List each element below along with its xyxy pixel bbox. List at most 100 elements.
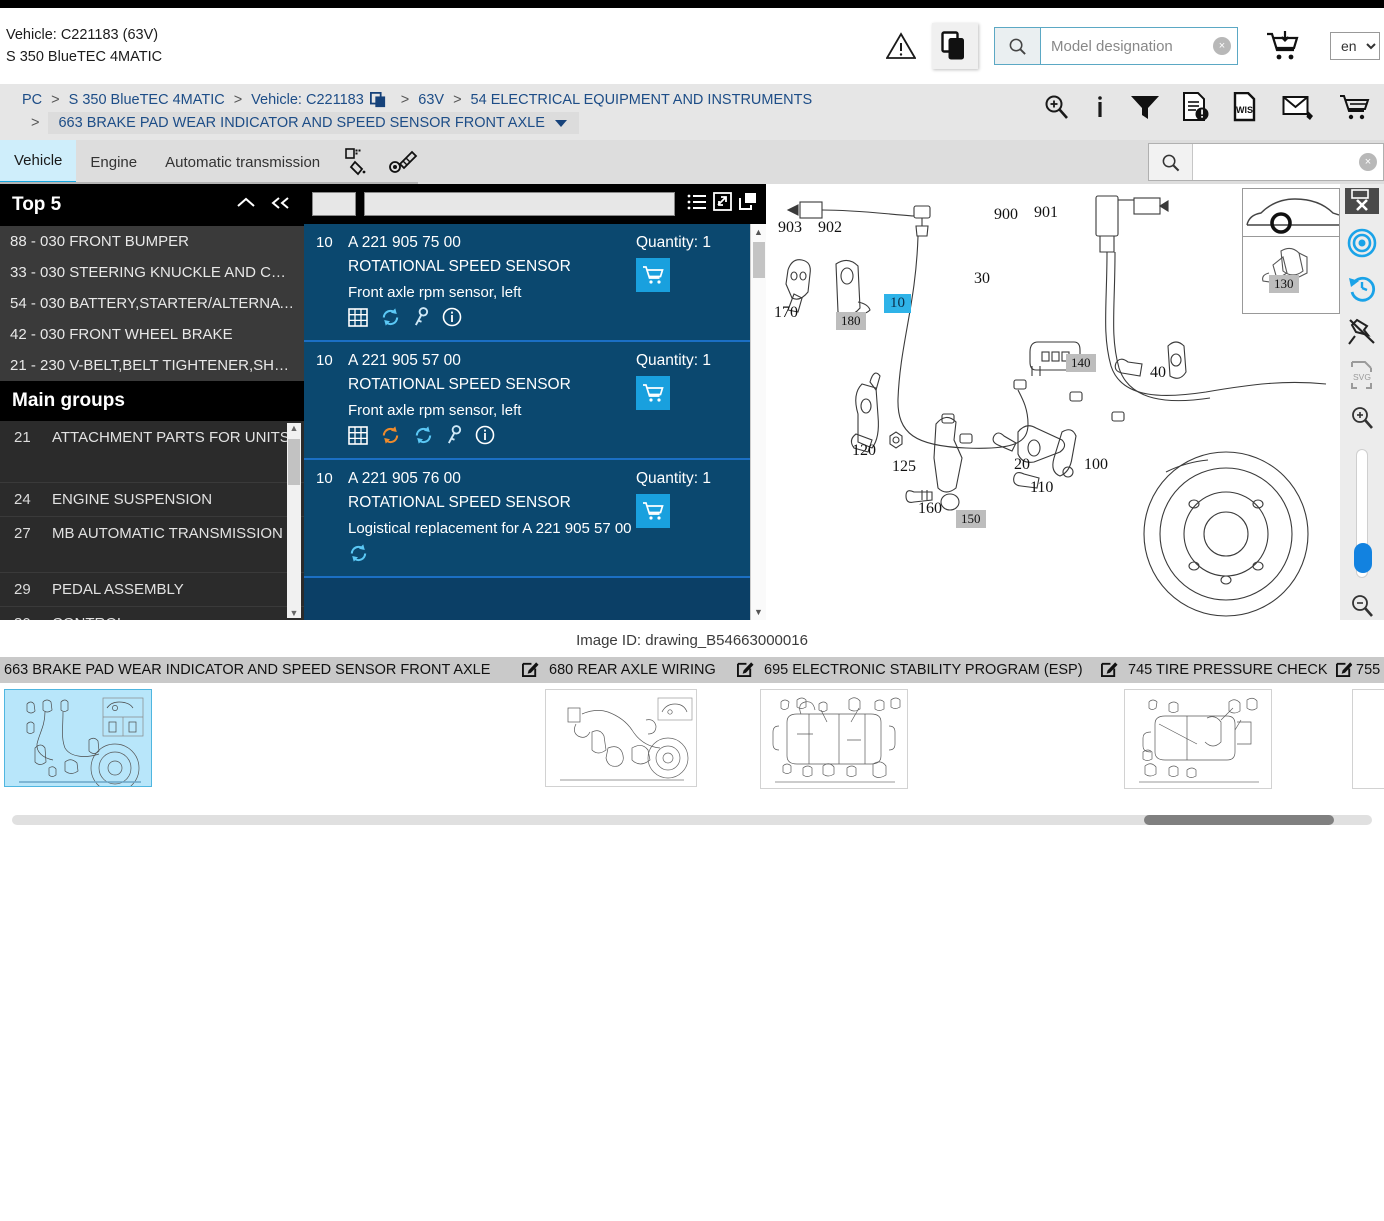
refresh-blue-icon[interactable] [380, 307, 401, 332]
legend-badge-130[interactable]: 130 [1269, 275, 1299, 293]
zoom-out-icon[interactable] [1346, 592, 1378, 620]
parts-filter-position-input[interactable] [312, 192, 356, 216]
paint-code-icon[interactable] [334, 140, 380, 184]
add-to-cart-icon[interactable] [1264, 30, 1302, 62]
thumbnail-663[interactable]: 663 BRAKE PAD WEAR INDICATOR AND SPEED S… [0, 657, 545, 793]
breadcrumb-active-dropdown[interactable]: 663 BRAKE PAD WEAR INDICATOR AND SPEED S… [48, 112, 579, 134]
top5-item[interactable]: 54 - 030 BATTERY,STARTER/ALTERNAT... [0, 288, 304, 319]
scrollbar-thumb[interactable] [288, 439, 300, 485]
refresh-blue-icon[interactable] [413, 425, 434, 450]
breadcrumb-item-group[interactable]: 54 ELECTRICAL EQUIPMENT AND INSTRUMENTS [471, 92, 813, 108]
zoom-in-icon[interactable] [1042, 93, 1070, 126]
thumbnail-680[interactable]: 680 REAR AXLE WIRING [545, 657, 760, 787]
zoom-slider[interactable] [1354, 449, 1372, 579]
add-to-cart-icon[interactable] [636, 258, 670, 292]
thumbnail-695[interactable]: 695 ELECTRONIC STABILITY PROGRAM (ESP) [760, 657, 1124, 789]
key-icon[interactable] [413, 307, 430, 332]
thumbnail-horizontal-scrollbar[interactable] [0, 809, 1384, 831]
main-group-item-29[interactable]: 29 PEDAL ASSEMBLY [0, 573, 304, 607]
top5-item[interactable]: 21 - 230 V-BELT,BELT TIGHTENER,SHE... [0, 350, 304, 381]
copy-documents-icon[interactable] [932, 23, 978, 69]
add-to-cart-icon[interactable] [636, 376, 670, 410]
table-grid-icon[interactable] [348, 425, 368, 450]
tab-engine[interactable]: Engine [76, 140, 151, 184]
top5-item[interactable]: 33 - 030 STEERING KNUCKLE AND CO... [0, 257, 304, 288]
scroll-up-icon[interactable]: ▲ [751, 224, 766, 240]
parts-search-box[interactable]: × [1148, 143, 1384, 181]
document-alert-icon[interactable] [1182, 92, 1210, 127]
parts-search-input[interactable] [1193, 144, 1383, 180]
bolt-parts-icon[interactable] [380, 140, 426, 184]
part-row[interactable]: 10 A 221 905 57 00 ROTATIONAL SPEED SENS… [304, 342, 766, 460]
callout-150[interactable]: 150 [956, 510, 986, 528]
tab-automatic-transmission[interactable]: Automatic transmission [151, 140, 334, 184]
main-group-item-21[interactable]: 21 ATTACHMENT PARTS FOR UNITS [0, 421, 304, 483]
thumbnail-image[interactable] [760, 689, 908, 789]
part-row[interactable]: 10 A 221 905 75 00 ROTATIONAL SPEED SENS… [304, 224, 766, 342]
svg-export-icon[interactable]: SVG [1346, 360, 1378, 390]
technical-drawing-panel[interactable]: 903 902 900 901 170 180 10 30 140 40 120… [766, 184, 1384, 620]
edit-pencil-icon[interactable] [737, 660, 754, 681]
thumbnail-label[interactable]: 745 TIRE PRESSURE CHECK [1124, 657, 1352, 683]
edit-pencil-icon[interactable] [522, 660, 539, 681]
thumbnail-label[interactable]: 695 ELECTRONIC STABILITY PROGRAM (ESP) [760, 657, 1124, 683]
unpin-icon[interactable] [1346, 316, 1378, 346]
main-group-item-30[interactable]: 30 CONTROL [0, 607, 304, 620]
part-number[interactable]: A 221 905 76 00 [348, 470, 636, 488]
target-focus-icon[interactable] [1346, 228, 1378, 258]
scrollbar-thumb[interactable] [753, 242, 765, 278]
expand-fullscreen-icon[interactable] [713, 192, 732, 216]
key-icon[interactable] [446, 425, 463, 450]
list-view-icon[interactable] [687, 193, 707, 216]
scroll-up-icon[interactable]: ▲ [290, 423, 299, 433]
breadcrumb-item-pc[interactable]: PC [22, 92, 42, 108]
thumbnail-755[interactable]: 755 [1352, 657, 1384, 789]
part-number[interactable]: A 221 905 75 00 [348, 234, 636, 252]
edit-pencil-icon[interactable] [1101, 660, 1118, 681]
clear-search-icon[interactable]: × [1213, 37, 1231, 55]
scroll-down-icon[interactable]: ▼ [290, 608, 299, 618]
search-input[interactable] [1041, 28, 1237, 64]
mail-edit-icon[interactable] [1282, 93, 1316, 126]
tab-vehicle[interactable]: Vehicle [0, 140, 77, 184]
refresh-orange-icon[interactable] [380, 425, 401, 450]
scroll-down-icon[interactable]: ▼ [751, 604, 766, 620]
table-grid-icon[interactable] [348, 307, 368, 332]
wis-document-icon[interactable]: WIS [1232, 91, 1260, 127]
duplicate-window-icon[interactable] [738, 192, 758, 216]
info-circle-icon[interactable] [475, 425, 495, 450]
breadcrumb-item-model[interactable]: S 350 BlueTEC 4MATIC [69, 92, 225, 108]
main-group-item-27[interactable]: 27 MB AUTOMATIC TRANSMISSION [0, 517, 304, 573]
part-row[interactable]: 10 A 221 905 76 00 ROTATIONAL SPEED SENS… [304, 460, 766, 578]
chevron-double-left-icon[interactable] [270, 194, 292, 216]
warning-triangle-icon[interactable] [882, 27, 920, 65]
add-to-cart-icon[interactable] [636, 494, 670, 528]
callout-140[interactable]: 140 [1066, 354, 1096, 372]
copy-vehicle-icon[interactable] [369, 92, 386, 108]
scrollbar-track[interactable] [12, 815, 1372, 825]
language-selector[interactable]: en [1330, 32, 1380, 60]
top5-item[interactable]: 88 - 030 FRONT BUMPER [0, 226, 304, 257]
chevron-up-icon[interactable] [236, 194, 256, 216]
thumbnail-label[interactable]: 680 REAR AXLE WIRING [545, 657, 760, 683]
shopping-cart-icon[interactable] [1338, 93, 1370, 126]
thumbnail-label[interactable]: 755 [1352, 657, 1384, 683]
scrollbar-thumb[interactable] [1144, 815, 1334, 825]
part-number[interactable]: A 221 905 57 00 [348, 352, 636, 370]
top5-item[interactable]: 42 - 030 FRONT WHEEL BRAKE [0, 319, 304, 350]
main-group-item-24[interactable]: 24 ENGINE SUSPENSION [0, 483, 304, 517]
callout-180[interactable]: 180 [836, 312, 866, 330]
thumbnail-image[interactable] [545, 689, 697, 787]
info-circle-icon[interactable] [442, 307, 462, 332]
callout-10-selected[interactable]: 10 [884, 294, 911, 313]
filter-funnel-icon[interactable] [1130, 94, 1160, 125]
zoom-slider-knob[interactable] [1354, 543, 1372, 574]
edit-pencil-icon[interactable] [1335, 660, 1352, 681]
vehicle-silhouette-thumb[interactable] [1243, 189, 1339, 237]
parts-filter-text-input[interactable] [364, 192, 675, 216]
thumbnail-label[interactable]: 663 BRAKE PAD WEAR INDICATOR AND SPEED S… [0, 657, 545, 683]
thumbnail-745[interactable]: 745 TIRE PRESSURE CHECK [1124, 657, 1352, 789]
zoom-in-icon[interactable] [1346, 404, 1378, 432]
model-designation-search[interactable]: × [994, 27, 1238, 65]
info-icon[interactable] [1092, 93, 1108, 126]
